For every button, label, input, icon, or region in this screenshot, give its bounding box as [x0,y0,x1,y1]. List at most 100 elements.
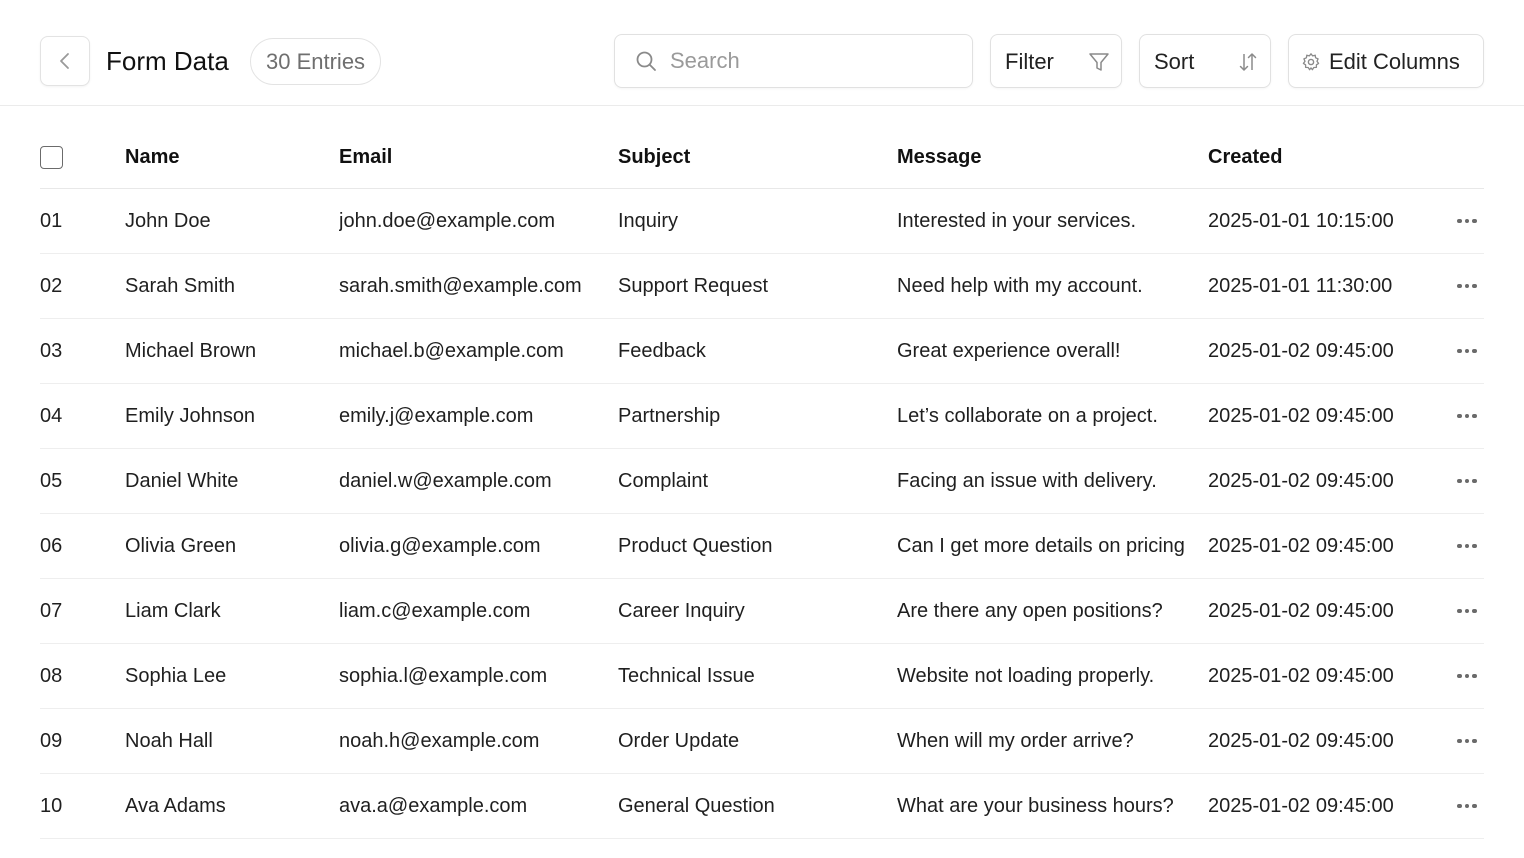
row-message: Website not loading properly. [897,664,1155,687]
row-index: 04 [40,404,63,427]
row-email: noah.h@example.com [339,729,540,752]
row-subject: Order Update [618,729,740,752]
row-email: ava.a@example.com [339,794,528,817]
row-subject: Partnership [618,404,721,427]
row-created: 2025-01-02 09:45:00 [1208,729,1394,752]
row-actions-button[interactable] [1450,709,1484,773]
more-horizontal-icon [1457,218,1477,224]
row-email: daniel.w@example.com [339,469,552,492]
row-subject: Support Request [618,274,769,297]
edit-columns-label: Edit Columns [1329,49,1460,74]
row-actions-button[interactable] [1450,449,1484,513]
row-message: Interested in your services. [897,209,1136,232]
row-message: Can I get more details on pricing [897,534,1185,557]
row-email: john.doe@example.com [339,209,555,232]
table-row[interactable]: 03 Michael Brown michael.b@example.com F… [40,319,1484,384]
row-created: 2025-01-01 10:15:00 [1208,209,1394,232]
sort-button[interactable]: Sort [1139,34,1271,88]
table-row[interactable]: 09 Noah Hall noah.h@example.com Order Up… [40,709,1484,774]
row-name: Ava Adams [125,794,226,817]
row-email: olivia.g@example.com [339,534,541,557]
row-index: 05 [40,469,63,492]
search-box[interactable] [614,34,973,88]
row-actions-button[interactable] [1450,774,1484,838]
sort-arrows-icon [1236,50,1260,74]
table-row[interactable]: 04 Emily Johnson emily.j@example.com Par… [40,384,1484,449]
row-message: Let’s collaborate on a project. [897,404,1158,427]
row-name: Daniel White [125,469,239,492]
table-row[interactable]: 10 Ava Adams ava.a@example.com General Q… [40,774,1484,839]
row-subject: General Question [618,794,775,817]
more-horizontal-icon [1457,283,1477,289]
row-actions-button[interactable] [1450,384,1484,448]
more-horizontal-icon [1457,543,1477,549]
row-index: 03 [40,339,63,362]
filter-button[interactable]: Filter [990,34,1122,88]
column-header-email[interactable]: Email [339,126,604,188]
table-header-row: Name Email Subject Message Created [40,126,1484,189]
row-actions-button[interactable] [1450,579,1484,643]
table-row[interactable]: 08 Sophia Lee sophia.l@example.com Techn… [40,644,1484,709]
row-subject: Product Question [618,534,773,557]
column-header-created[interactable]: Created [1208,126,1438,188]
row-index: 08 [40,664,63,687]
row-name: Liam Clark [125,599,221,622]
row-name: Emily Johnson [125,404,256,427]
row-created: 2025-01-02 09:45:00 [1208,469,1394,492]
row-created: 2025-01-02 09:45:00 [1208,599,1394,622]
column-header-message[interactable]: Message [897,126,1189,188]
row-actions-button[interactable] [1450,319,1484,383]
column-header-subject[interactable]: Subject [618,126,883,188]
row-created: 2025-01-02 09:45:00 [1208,404,1394,427]
row-name: Noah Hall [125,729,213,752]
sort-button-label: Sort [1154,49,1195,74]
row-email: michael.b@example.com [339,339,564,362]
more-horizontal-icon [1457,478,1477,484]
row-subject: Feedback [618,339,706,362]
row-created: 2025-01-01 11:30:00 [1208,274,1393,297]
row-message: When will my order arrive? [897,729,1134,752]
row-message: Facing an issue with delivery. [897,469,1157,492]
row-name: John Doe [125,209,211,232]
filter-button-label: Filter [1005,49,1054,74]
row-created: 2025-01-02 09:45:00 [1208,534,1394,557]
row-email: emily.j@example.com [339,404,534,427]
row-actions-button[interactable] [1450,189,1484,253]
row-actions-button[interactable] [1450,514,1484,578]
row-index: 09 [40,729,63,752]
edit-columns-button[interactable]: Edit Columns [1288,34,1484,88]
page-header: Form Data 30 Entries Filter Sort [0,0,1524,106]
row-created: 2025-01-02 09:45:00 [1208,664,1394,687]
back-button[interactable] [40,36,90,86]
row-subject: Complaint [618,469,709,492]
table-row[interactable]: 05 Daniel White daniel.w@example.com Com… [40,449,1484,514]
row-message: Need help with my account. [897,274,1143,297]
search-icon [635,50,657,72]
more-horizontal-icon [1457,608,1477,614]
column-header-name[interactable]: Name [125,126,325,188]
row-name: Olivia Green [125,534,237,557]
row-actions-button[interactable] [1450,254,1484,318]
row-index: 02 [40,274,63,297]
row-index: 10 [40,794,63,817]
row-name: Sophia Lee [125,664,227,687]
row-email: sophia.l@example.com [339,664,548,687]
more-horizontal-icon [1457,348,1477,354]
search-input[interactable] [668,47,948,75]
table-row[interactable]: 01 John Doe john.doe@example.com Inquiry… [40,189,1484,254]
more-horizontal-icon [1457,673,1477,679]
table-row[interactable]: 06 Olivia Green olivia.g@example.com Pro… [40,514,1484,579]
table-row[interactable]: 07 Liam Clark liam.c@example.com Career … [40,579,1484,644]
row-message: What are your business hours? [897,794,1174,817]
row-name: Michael Brown [125,339,257,362]
row-message: Are there any open positions? [897,599,1163,622]
header-select-cell [40,126,120,188]
row-email: sarah.smith@example.com [339,274,582,297]
select-all-checkbox[interactable] [40,145,63,169]
row-index: 07 [40,599,63,622]
more-horizontal-icon [1457,738,1477,744]
more-horizontal-icon [1457,413,1477,419]
row-message: Great experience overall! [897,339,1121,362]
table-row[interactable]: 02 Sarah Smith sarah.smith@example.com S… [40,254,1484,319]
row-actions-button[interactable] [1450,644,1484,708]
